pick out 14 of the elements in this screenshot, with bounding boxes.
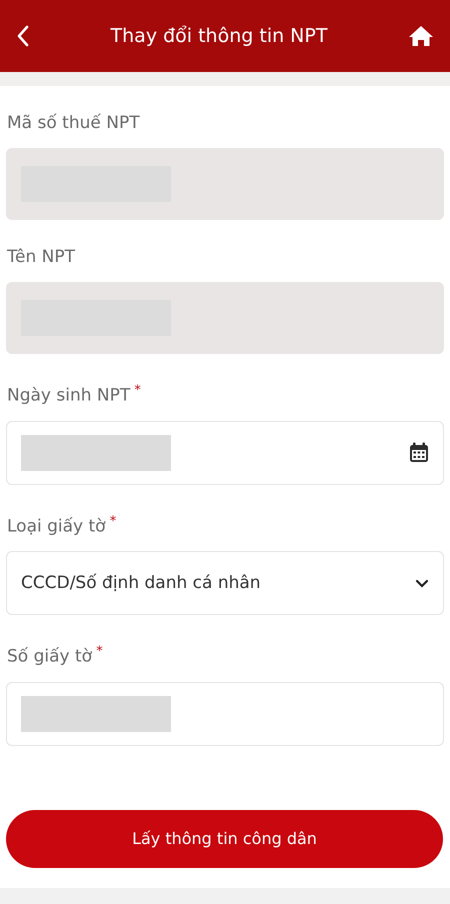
date-field[interactable] [6,420,444,485]
back-icon[interactable] [16,25,30,47]
calendar-icon[interactable] [409,442,429,464]
input-field[interactable] [6,682,444,746]
field-label: Ngày sinh NPT $^{*}$ [7,382,142,407]
chevron-down-icon[interactable] [415,578,429,588]
field-label: Mã số thuế NPT [7,112,141,134]
select-field[interactable]: CCCD/Số định danh cá nhân [6,551,444,616]
field-label: Loại giấy tờ $^{*}$ [7,512,118,538]
home-icon[interactable] [408,25,434,47]
field-label: Tên NPT [7,246,76,268]
submit-button[interactable]: Lấy thông tin công dân [6,810,443,868]
field-label: Số giấy tờ $^{*}$ [7,643,104,668]
page-title: Thay đổi thông tin NPT [110,24,328,49]
